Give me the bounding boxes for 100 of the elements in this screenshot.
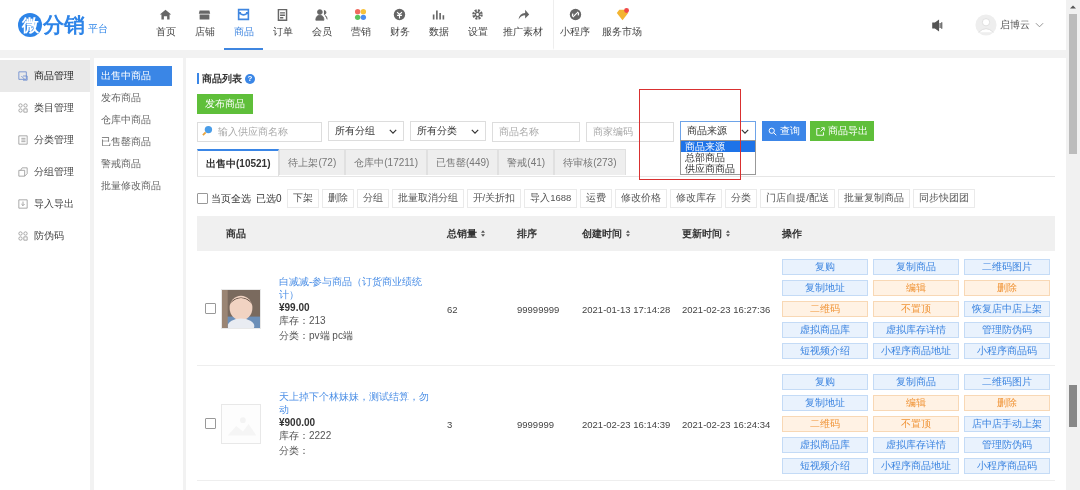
action-button[interactable]: 虚拟商品库 bbox=[782, 437, 868, 453]
action-button[interactable]: 小程序商品码 bbox=[964, 343, 1050, 359]
action-button[interactable]: 恢复店中店上架 bbox=[964, 301, 1050, 317]
product-name-link[interactable]: 天上掉下个林妹妹，测试结算，勿动 bbox=[279, 390, 437, 416]
checkbox[interactable] bbox=[205, 303, 216, 314]
action-button[interactable]: 店中店手动上架 bbox=[964, 416, 1050, 432]
action-button[interactable]: 短视频介绍 bbox=[782, 458, 868, 474]
action-button[interactable]: 小程序商品地址 bbox=[873, 458, 959, 474]
sort-icon[interactable] bbox=[726, 230, 730, 237]
nav-item[interactable]: 商品 bbox=[224, 0, 263, 50]
checkbox[interactable] bbox=[205, 418, 216, 429]
nav-item[interactable]: 营销 bbox=[341, 0, 380, 50]
nav-item[interactable]: 首页 bbox=[146, 0, 185, 50]
bulk-action-button[interactable]: 修改价格 bbox=[615, 189, 668, 208]
sidebar-item[interactable]: 分类管理 bbox=[0, 124, 90, 156]
subnav-item[interactable]: 仓库中商品 bbox=[97, 110, 172, 130]
user-name[interactable]: 启博云 bbox=[1000, 18, 1030, 32]
sort-icon[interactable] bbox=[626, 230, 630, 237]
stack-icon bbox=[18, 167, 28, 177]
dropdown-option[interactable]: 供应商商品 bbox=[681, 163, 755, 174]
product-name-link[interactable]: 白减减-参与商品（订货商业绩统计） bbox=[279, 275, 437, 301]
nav-item[interactable]: 店铺 bbox=[185, 0, 224, 50]
input-field[interactable]: 商品名称 bbox=[492, 121, 580, 142]
speaker-icon[interactable] bbox=[932, 18, 945, 32]
bulk-action-button[interactable]: 删除 bbox=[321, 189, 354, 208]
sidebar-item[interactable]: 防伪码 bbox=[0, 220, 90, 252]
action-button[interactable]: 短视频介绍 bbox=[782, 343, 868, 359]
action-button[interactable]: 虚拟库存详情 bbox=[873, 322, 959, 338]
select-field[interactable]: 所有分类 bbox=[410, 121, 486, 141]
nav-item[interactable]: 会员 bbox=[302, 0, 341, 50]
action-button[interactable]: 小程序商品码 bbox=[964, 458, 1050, 474]
nav-item[interactable]: 小程序 bbox=[554, 0, 596, 50]
sidebar-item[interactable]: 分组管理 bbox=[0, 156, 90, 188]
action-button[interactable]: 虚拟商品库 bbox=[782, 322, 868, 338]
logo-mark: 微 bbox=[18, 13, 42, 37]
help-icon[interactable]: ? bbox=[245, 73, 255, 84]
sort-icon[interactable] bbox=[481, 230, 485, 237]
input-field[interactable]: 商家编码 bbox=[586, 121, 674, 142]
tab[interactable]: 已售罄(449) bbox=[427, 149, 499, 175]
checkbox[interactable] bbox=[197, 193, 208, 204]
subnav-item[interactable]: 出售中商品 bbox=[97, 66, 172, 86]
column-header[interactable]: 创建时间 bbox=[582, 226, 630, 241]
nav-item[interactable]: 设置 bbox=[458, 0, 497, 50]
action-button[interactable]: 复购 bbox=[782, 259, 868, 275]
bar-chart-icon bbox=[432, 8, 445, 21]
dropdown-option[interactable]: 总部商品 bbox=[681, 152, 755, 163]
subnav-item[interactable]: 警戒商品 bbox=[97, 154, 172, 174]
bulk-action-button[interactable]: 分类 bbox=[725, 189, 758, 208]
bulk-action-button[interactable]: 批量取消分组 bbox=[391, 189, 464, 208]
bulk-action-button[interactable]: 导入1688 bbox=[524, 189, 578, 208]
search-button[interactable]: 查询 bbox=[762, 121, 806, 141]
tab[interactable]: 仓库中(17211) bbox=[345, 149, 427, 175]
tab[interactable]: 待审核(273) bbox=[554, 149, 626, 175]
tab[interactable]: 待上架(72) bbox=[279, 149, 346, 175]
sidebar-item[interactable]: 类目管理 bbox=[0, 92, 90, 124]
scrollbar-thumb[interactable] bbox=[1069, 14, 1077, 154]
action-button[interactable]: 复制商品 bbox=[873, 374, 959, 390]
sidebar-item[interactable]: 导入导出 bbox=[0, 188, 90, 220]
subnav-item[interactable]: 已售罄商品 bbox=[97, 132, 172, 152]
sidebar-item[interactable]: 商品管理 bbox=[0, 60, 90, 92]
bulk-action-button[interactable]: 运费 bbox=[580, 189, 613, 208]
action-button[interactable]: 复购 bbox=[782, 374, 868, 390]
nav-item[interactable]: 财务 bbox=[380, 0, 419, 50]
grid-icon bbox=[18, 103, 28, 113]
subnav-item[interactable]: 发布商品 bbox=[97, 88, 172, 108]
scrollbar-thumb[interactable] bbox=[1069, 385, 1077, 427]
bulk-action-button[interactable]: 下架 bbox=[286, 189, 319, 208]
action-button[interactable]: 复制商品 bbox=[873, 259, 959, 275]
action-button[interactable]: 二维码图片 bbox=[964, 259, 1050, 275]
action-button[interactable]: 小程序商品地址 bbox=[873, 343, 959, 359]
action-button[interactable]: 二维码图片 bbox=[964, 374, 1050, 390]
action-button[interactable]: 管理防伪码 bbox=[964, 437, 1050, 453]
action-button[interactable]: 管理防伪码 bbox=[964, 322, 1050, 338]
select-field[interactable]: 所有分组 bbox=[328, 121, 404, 141]
nav-item[interactable]: 数据 bbox=[419, 0, 458, 50]
tab[interactable]: 出售中(10521) bbox=[197, 149, 280, 176]
bulk-action-button[interactable]: 批量复制商品 bbox=[838, 189, 910, 208]
bulk-action-button[interactable]: 分组 bbox=[356, 189, 389, 208]
table-cell-text: 3 bbox=[447, 418, 454, 430]
scroll-up-icon[interactable] bbox=[1069, 4, 1077, 10]
nav-item[interactable]: 服务市场 bbox=[596, 0, 648, 50]
chevron-down-icon[interactable] bbox=[1035, 22, 1044, 28]
action-button[interactable]: 虚拟库存详情 bbox=[873, 437, 959, 453]
bulk-action-button[interactable]: 同步快团团 bbox=[913, 189, 975, 208]
subnav-item[interactable]: 批量修改商品 bbox=[97, 176, 172, 196]
dropdown-option[interactable]: 商品来源 bbox=[681, 141, 755, 152]
bulk-action-button[interactable]: 修改库存 bbox=[670, 189, 723, 208]
people-icon bbox=[315, 8, 328, 21]
scrollbar[interactable] bbox=[1066, 0, 1080, 490]
nav-item[interactable]: 订单 bbox=[263, 0, 302, 50]
action-button[interactable]: 复制地址 bbox=[782, 280, 868, 296]
column-header[interactable]: 总销量 bbox=[447, 226, 485, 241]
nav-item[interactable]: 推广素材 bbox=[497, 0, 554, 50]
bulk-action-button[interactable]: 开/关折扣 bbox=[466, 189, 522, 208]
action-button[interactable]: 复制地址 bbox=[782, 395, 868, 411]
bulk-action-button[interactable]: 门店自提/配送 bbox=[760, 189, 835, 208]
column-header[interactable]: 更新时间 bbox=[682, 226, 730, 241]
page-title: 商品列表 bbox=[202, 71, 242, 86]
input-field[interactable]: 输入供应商名称 bbox=[197, 121, 322, 142]
tab[interactable]: 警戒(41) bbox=[498, 149, 555, 175]
